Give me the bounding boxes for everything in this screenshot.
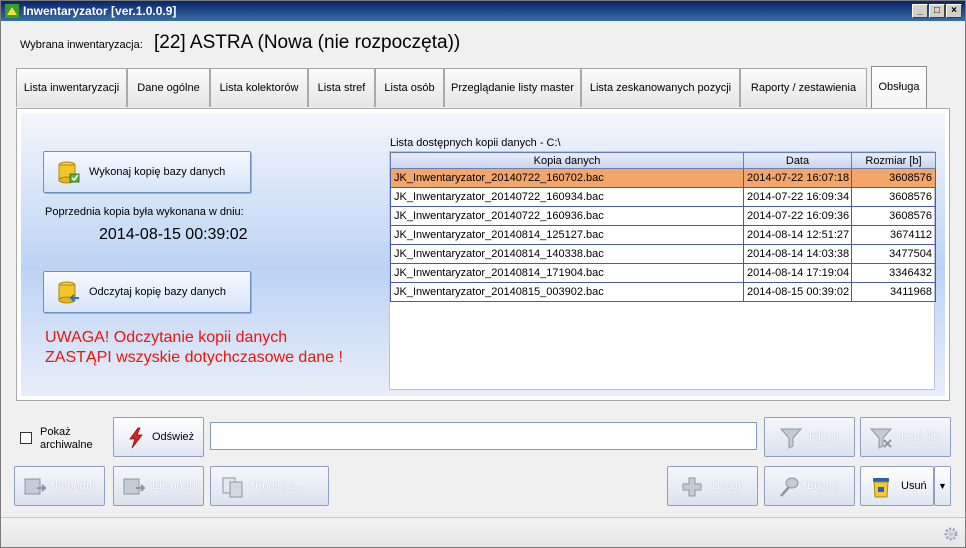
make-backup-label: Wykonaj kopię bazy danych bbox=[89, 166, 226, 178]
refresh-button[interactable]: Odśwież bbox=[113, 417, 204, 457]
tab-obsluga[interactable]: Obsługa bbox=[871, 66, 927, 108]
table-row[interactable]: JK_Inwentaryzator_20140814_125127.bac 20… bbox=[390, 225, 936, 245]
app-window: Inwentaryzator [ver.1.0.0.9] _ □ × Wybra… bbox=[0, 0, 966, 548]
edit-pen-icon bbox=[780, 477, 799, 497]
previous-backup-date: 2014-08-15 00:39:02 bbox=[99, 226, 248, 243]
backup-list-caption: Lista dostępnych kopii danych - C:\ bbox=[390, 137, 561, 149]
show-archived-label: Pokaż archiwalne bbox=[40, 426, 93, 452]
backup-name-cell: JK_Inwentaryzator_20140815_003902.bac bbox=[390, 282, 744, 302]
funnel-clear-icon bbox=[869, 428, 893, 449]
backup-date-cell: 2014-07-22 16:09:36 bbox=[743, 206, 852, 226]
table-row[interactable]: JK_Inwentaryzator_20140814_171904.bac 20… bbox=[390, 263, 936, 283]
plus-icon bbox=[682, 477, 702, 497]
minimize-button[interactable]: _ bbox=[912, 4, 928, 18]
backup-date-cell: 2014-07-22 16:09:34 bbox=[743, 187, 852, 207]
copy-from-button[interactable]: Kopiuj z ... bbox=[210, 466, 329, 506]
window-title: Inwentaryzator [ver.1.0.0.9] bbox=[23, 4, 177, 18]
add-label: Dodaj bbox=[712, 480, 741, 492]
backup-name-cell: JK_Inwentaryzator_20140814_171904.bac bbox=[390, 263, 744, 283]
backup-name-cell: JK_Inwentaryzator_20140814_140338.bac bbox=[390, 244, 744, 264]
search-input[interactable] bbox=[210, 422, 757, 450]
column-header-date[interactable]: Data bbox=[743, 152, 852, 169]
table-row[interactable]: JK_Inwentaryzator_20140814_140338.bac 20… bbox=[390, 244, 936, 264]
previous-backup-label: Poprzednia kopia była wykonana w dniu: bbox=[45, 206, 244, 218]
delete-dropdown-button[interactable]: ▼ bbox=[934, 466, 951, 506]
copy-documents-icon bbox=[222, 477, 243, 498]
add-button[interactable]: Dodaj bbox=[667, 466, 758, 506]
close-button[interactable]: × bbox=[946, 4, 962, 18]
grid-header-row: Kopia danych Data Rozmiar [b] bbox=[390, 152, 936, 169]
database-backup-icon bbox=[58, 161, 80, 184]
refresh-label: Odśwież bbox=[152, 431, 195, 443]
clear-filter-label: Ksuj filtr bbox=[901, 431, 941, 443]
tab-lista-zeskanowanych[interactable]: Lista zeskanowanych pozycji bbox=[581, 68, 740, 107]
tab-lista-inwentaryzacji[interactable]: Lista inwentaryzacji bbox=[16, 68, 127, 107]
column-header-size[interactable]: Rozmiar [b] bbox=[851, 152, 936, 169]
gear-icon[interactable] bbox=[943, 526, 959, 542]
tab-przegladanie-listy-master[interactable]: Przeglądanie listy master bbox=[444, 68, 581, 107]
backup-date-cell: 2014-08-14 17:19:04 bbox=[743, 263, 852, 283]
export-label: Eksportuj bbox=[152, 480, 198, 492]
tab-dane-ogolne[interactable]: Dane ogólne bbox=[127, 68, 210, 107]
status-bar bbox=[1, 517, 965, 547]
table-row[interactable]: JK_Inwentaryzator_20140722_160936.bac 20… bbox=[390, 206, 936, 226]
restore-backup-label: Odczytaj kopię bazy danych bbox=[89, 286, 226, 298]
table-row[interactable]: JK_Inwentaryzator_20140722_160934.bac 20… bbox=[390, 187, 936, 207]
filter-button[interactable]: Filtruj bbox=[764, 417, 855, 457]
clear-filter-button[interactable]: Ksuj filtr bbox=[860, 417, 951, 457]
chevron-down-icon: ▼ bbox=[938, 481, 947, 491]
backup-size-cell: 3674112 bbox=[851, 225, 936, 245]
warning-text-line1: UWAGA! Odczytanie kopii danych bbox=[45, 329, 288, 346]
table-row[interactable]: JK_Inwentaryzator_20140722_160702.bac 20… bbox=[390, 168, 936, 188]
edit-label: Edytuj bbox=[807, 480, 838, 492]
backup-list-grid[interactable]: Kopia danych Data Rozmiar [b] JK_Inwenta… bbox=[389, 151, 936, 390]
tab-lista-stref[interactable]: Lista stref bbox=[308, 68, 375, 107]
app-logo-icon bbox=[5, 4, 19, 18]
delete-button[interactable]: Usuń bbox=[860, 466, 934, 506]
backup-size-cell: 3608576 bbox=[851, 206, 936, 226]
trash-bin-icon bbox=[873, 478, 889, 498]
make-backup-button[interactable]: Wykonaj kopię bazy danych bbox=[43, 151, 251, 193]
delete-label: Usuń bbox=[901, 480, 927, 492]
import-label: Importuj bbox=[55, 480, 95, 492]
backup-date-cell: 2014-07-22 16:07:18 bbox=[743, 168, 852, 188]
tab-lista-kolektorow[interactable]: Lista kolektorów bbox=[210, 68, 308, 107]
backup-name-cell: JK_Inwentaryzator_20140722_160936.bac bbox=[390, 206, 744, 226]
warning-text-line2: ZASTĄPI wszyskie dotychczasowe dane ! bbox=[45, 349, 343, 366]
tab-raporty[interactable]: Raporty / zestawienia bbox=[740, 68, 867, 107]
backup-size-cell: 3411968 bbox=[851, 282, 936, 302]
floppy-export-icon bbox=[123, 478, 146, 495]
title-bar[interactable]: Inwentaryzator [ver.1.0.0.9] _ □ × bbox=[1, 1, 965, 21]
lightning-icon bbox=[129, 427, 143, 449]
backup-date-cell: 2014-08-14 14:03:38 bbox=[743, 244, 852, 264]
table-row[interactable]: JK_Inwentaryzator_20140815_003902.bac 20… bbox=[390, 282, 936, 302]
backup-name-cell: JK_Inwentaryzator_20140722_160702.bac bbox=[390, 168, 744, 188]
backup-date-cell: 2014-08-15 00:39:02 bbox=[743, 282, 852, 302]
selected-inventory-value: [22] ASTRA (Nowa (nie rozpoczęta)) bbox=[154, 32, 461, 53]
backup-size-cell: 3477504 bbox=[851, 244, 936, 264]
backup-date-cell: 2014-08-14 12:51:27 bbox=[743, 225, 852, 245]
export-button[interactable]: Eksportuj bbox=[113, 466, 204, 506]
backup-name-cell: JK_Inwentaryzator_20140722_160934.bac bbox=[390, 187, 744, 207]
import-button[interactable]: Importuj bbox=[14, 466, 105, 506]
show-archived-label-line1: Pokaż bbox=[40, 426, 71, 438]
backup-size-cell: 3346432 bbox=[851, 263, 936, 283]
funnel-icon bbox=[779, 428, 803, 449]
show-archived-checkbox[interactable] bbox=[20, 432, 32, 444]
backup-size-cell: 3608576 bbox=[851, 187, 936, 207]
edit-button[interactable]: Edytuj bbox=[764, 466, 855, 506]
backup-name-cell: JK_Inwentaryzator_20140814_125127.bac bbox=[390, 225, 744, 245]
selected-inventory-label: Wybrana inwentaryzacja: bbox=[20, 39, 143, 51]
floppy-import-icon bbox=[24, 478, 47, 495]
maximize-button[interactable]: □ bbox=[929, 4, 945, 18]
filter-label: Filtruj bbox=[809, 431, 836, 443]
show-archived-label-line2: archiwalne bbox=[40, 439, 93, 451]
database-restore-icon bbox=[58, 281, 79, 304]
column-header-backup[interactable]: Kopia danych bbox=[390, 152, 744, 169]
backup-size-cell: 3608576 bbox=[851, 168, 936, 188]
tab-lista-osob[interactable]: Lista osób bbox=[375, 68, 444, 107]
restore-backup-button[interactable]: Odczytaj kopię bazy danych bbox=[43, 271, 251, 313]
copy-from-label: Kopiuj z ... bbox=[255, 480, 307, 492]
